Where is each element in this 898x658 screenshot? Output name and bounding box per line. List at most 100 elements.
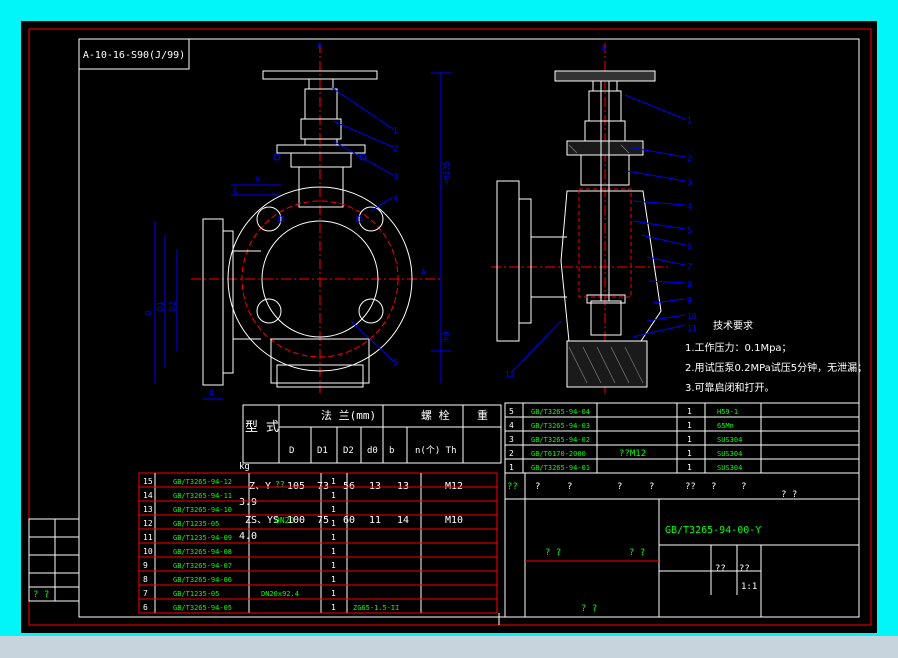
part-number: 15: [143, 477, 153, 486]
label-spec_table-rows-1-b: 14: [397, 515, 409, 526]
part-code: GB/T3265-94-04: [531, 408, 590, 416]
part-qty: 1: [331, 547, 336, 556]
label-title_block-header_marks-2: ?: [567, 482, 572, 492]
part-material: H59-1: [717, 408, 738, 416]
frame-left: [0, 0, 21, 636]
label-spec_table-rows-1-weight: 4.0: [239, 531, 257, 542]
label-dims-b: B: [209, 388, 214, 397]
label-title_block-left_mark: ? ?: [33, 590, 49, 600]
part-qty: 1: [331, 589, 336, 598]
tech-requirements: 技术要求 1.工作压力：0.1Mpa； 2.用试压泵0.2MPa试压5分钟，无泄…: [685, 319, 867, 394]
part-code: GB/T3265-94-12: [173, 478, 232, 486]
part-number: 3: [509, 435, 514, 444]
label-dims-callouts_right-1: 2: [687, 154, 692, 163]
label-spec_table-header_weight: 重: [477, 408, 488, 422]
label-spec_table-header_type: 型 式: [245, 420, 279, 435]
front-view-labels: A 1 2 3 4 5 ≈H135 h0 D D1 D2 B n C A: [144, 42, 451, 397]
part-number: 11: [143, 533, 153, 542]
part-number: 14: [143, 491, 153, 500]
label-spec_table-sub_headers-0: D: [289, 446, 294, 456]
label-spec_table-rows-1-d1: 75: [317, 515, 329, 526]
label-spec_table-sub_headers-5: n(个) Th: [415, 445, 457, 456]
part-code: GB/T1235-05: [173, 520, 219, 528]
part-qty: 1: [687, 449, 692, 458]
label-dims-callouts_left-1: 2: [393, 144, 398, 153]
frame-right: [877, 0, 898, 636]
label-dims-callouts_right-10: 11: [687, 324, 697, 333]
part-material: SUS304: [717, 450, 742, 458]
label-spec_table-sub_headers-1: D1: [317, 446, 328, 456]
front-view-dims: [154, 72, 451, 400]
label-title_block-sheet: 1:1: [741, 582, 757, 592]
part-material: 65Mn: [717, 422, 734, 430]
revision-box: [28, 518, 80, 602]
part-number: 2: [509, 449, 514, 458]
label-spec_table-unit: kg: [239, 462, 250, 472]
cad-canvas[interactable]: A-10-16-S90(J/99) A 1 2 3 4 5 ≈H135 h0 D…: [21, 21, 877, 633]
part-qty: 1: [331, 575, 336, 584]
parts-left-rows: 15 GB/T3265-94-12 1 14 GB/T3265-94-11 1 13 GB/T…: [139, 477, 497, 614]
tech-item-2: 2.用试压泵0.2MPa试压5分钟，无泄漏；: [685, 361, 867, 374]
label-title_block-header_marks-0: ??: [507, 482, 518, 492]
label-dims-d2: D2: [168, 301, 177, 311]
label-title_block-mark_c: ? ?: [781, 490, 797, 500]
section-view: [491, 43, 671, 393]
parts-right-rows: 5 GB/T3265-94-04 1 H59-1 4 GB/T3265-94-03 1 65M…: [505, 407, 859, 474]
part-number: 6: [143, 603, 148, 612]
label-dims-callouts_left-4: 5: [393, 358, 398, 367]
label-title_block-mark_d: ? ?: [581, 604, 597, 614]
label-title_block-header_marks-5: ??: [685, 482, 696, 492]
label-spec_table-sub_headers-2: D2: [343, 446, 354, 456]
part-code: GB/T1235-05: [173, 590, 219, 598]
part-number: 7: [143, 589, 148, 598]
part-qty: 1: [331, 533, 336, 542]
label-title_block-mark_a: ? ?: [545, 548, 561, 558]
label-spec_table-sub_headers-4: b: [389, 446, 394, 456]
label-dims-callouts_right-8: 9: [687, 296, 692, 305]
label-dims-callouts_left-3: 4: [393, 194, 398, 203]
title-block-text: ?? ? ? ? ? ?? ? ? GB/T3265-94-00-Y ? ? ?…: [507, 482, 797, 614]
label-title_block-mark_e: ??: [715, 564, 726, 574]
drawing-number: GB/T3265-94-00-Y: [665, 525, 761, 536]
label-spec_table-rows-1-d: 100: [287, 515, 305, 526]
label-title_block-header_marks-7: ?: [741, 482, 746, 492]
part-code: GB/T3265-94-03: [531, 422, 590, 430]
label-dims-callouts_right-4: 5: [687, 226, 692, 235]
label-dims-callouts_right-11: 12: [505, 370, 515, 379]
label-dims-callouts_right-5: 6: [687, 242, 692, 251]
part-number: 5: [509, 407, 514, 416]
front-view: [191, 43, 441, 393]
part-code: GB/T3265-94-02: [531, 436, 590, 444]
label-dims-callouts_left-0: 1: [393, 126, 398, 135]
label-dims-callouts_right-7: 8: [687, 280, 692, 289]
frame-top: [0, 0, 898, 21]
label-dims-d1: D1: [156, 301, 165, 311]
label-spec_table-rows-1-d0: 11: [369, 515, 381, 526]
title-block: [504, 472, 860, 618]
label-spec_table-sub_headers-3: d0: [367, 446, 378, 456]
label-title_block-header_marks-4: ?: [649, 482, 654, 492]
label-spec_table-rows-0-note: ??: [275, 480, 285, 489]
part-number: 8: [143, 575, 148, 584]
label-title_block-mark_f: ??: [739, 564, 750, 574]
part-material: SUS304: [717, 436, 742, 444]
part-spec: ??M12: [619, 449, 646, 459]
part-code: GB/T3265-94-01: [531, 464, 590, 472]
label-dims-callouts_left-2: 3: [393, 172, 398, 181]
part-number: 10: [143, 547, 153, 556]
part-qty: 1: [687, 435, 692, 444]
label-dims-d: D: [144, 310, 153, 315]
part-code: GB/T3265-94-07: [173, 562, 232, 570]
part-qty: 1: [331, 603, 336, 612]
label-dims-c: C: [233, 186, 238, 195]
part-number: 4: [509, 421, 514, 430]
part-qty: 1: [687, 463, 692, 472]
spec-rows: Z、Y ?? 105 73 56 13 13 M12 3.9 ZS、YS DN2…: [239, 480, 463, 542]
label-title_block-header_marks-6: ?: [711, 482, 716, 492]
tech-item-1: 1.工作压力：0.1Mpa；: [685, 341, 792, 354]
part-material: ZG65-1.5-II: [353, 604, 399, 612]
label-dims-callouts_right-9: 10: [687, 312, 697, 321]
part-qty: 1: [331, 561, 336, 570]
part-qty: 1: [331, 519, 336, 528]
part-code: GB/T6170-2000: [531, 450, 586, 458]
